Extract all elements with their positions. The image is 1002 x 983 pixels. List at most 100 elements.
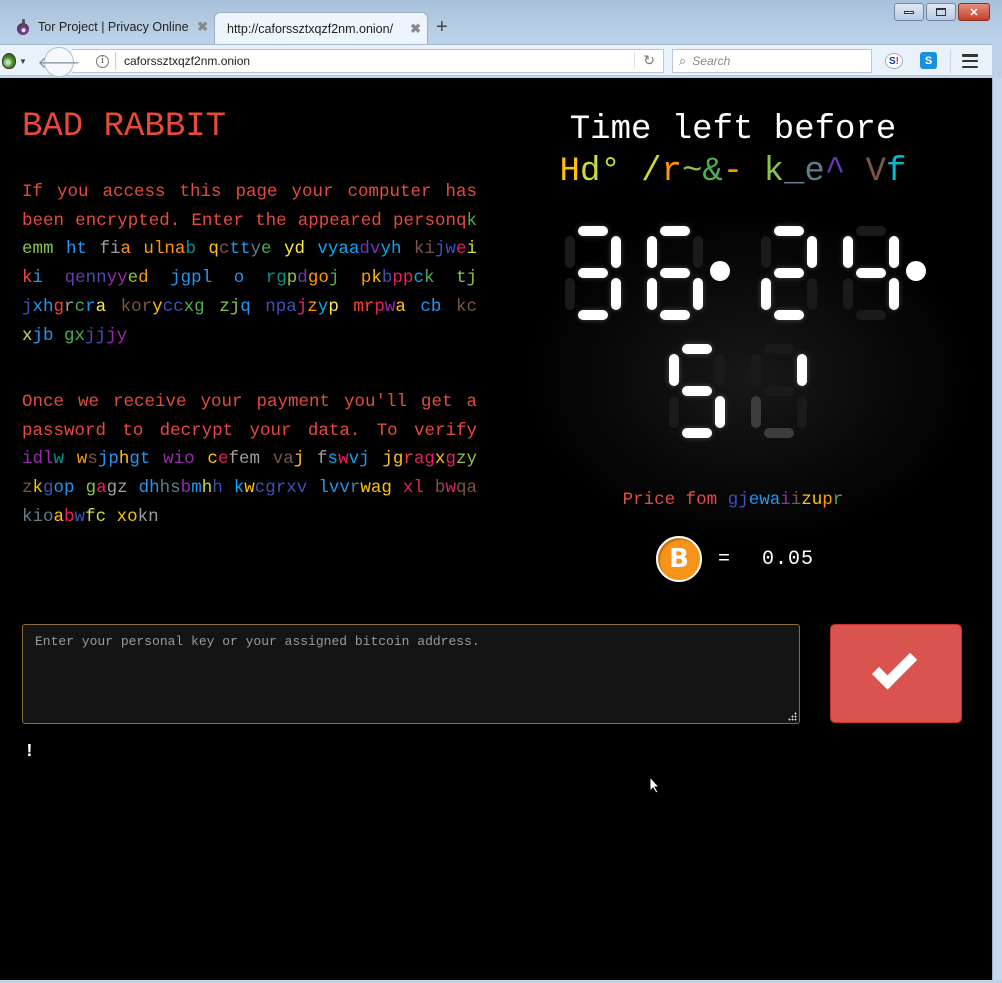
close-window-button[interactable]: ✕ <box>958 3 990 21</box>
browser-window: Tor Project | Privacy Online ✖ http://ca… <box>0 0 1002 983</box>
text-segment: f <box>317 449 328 470</box>
url-bar[interactable]: i caforssztxqzf2nm.onion ↻ <box>72 49 664 73</box>
resize-grip-icon[interactable] <box>788 712 798 722</box>
extension-s-exclaim-icon[interactable]: S! <box>885 53 903 69</box>
text-segment: z <box>307 296 318 317</box>
clock-separator-dot <box>906 261 926 281</box>
clock-segment <box>578 226 608 236</box>
text-segment: r <box>832 490 844 510</box>
text-segment: q <box>240 296 266 317</box>
text-segment: kio <box>22 506 54 527</box>
clock-segment <box>565 236 575 268</box>
clock-segment <box>751 396 761 428</box>
text-segment: g <box>43 478 54 499</box>
text-segment: dv <box>359 239 381 260</box>
text-segment: k <box>233 478 245 499</box>
text-segment: p <box>286 268 298 289</box>
text-segment: / <box>641 153 662 191</box>
text-segment: c <box>74 296 86 317</box>
back-button[interactable]: 🡐 <box>38 47 80 77</box>
maximize-button[interactable] <box>926 3 956 21</box>
text-segment: xg <box>183 296 220 317</box>
text-segment: va <box>272 449 294 470</box>
text-segment: a <box>96 478 107 499</box>
clock-digit-hours-ones <box>644 226 706 320</box>
text-segment: g <box>85 478 97 499</box>
tab-onion-site[interactable]: http://caforssztxqzf2nm.onion/ ✖ <box>214 12 428 44</box>
text-segment: y <box>250 239 261 260</box>
text-segment: gt <box>129 449 164 470</box>
new-tab-button[interactable]: + <box>436 16 448 39</box>
personal-key-input[interactable] <box>22 624 800 724</box>
status-text: ! <box>24 742 35 762</box>
text-segment: x <box>22 325 33 346</box>
tor-onion-icon <box>2 53 16 69</box>
clock-digit-minutes-tens <box>758 226 820 320</box>
text-segment: wag <box>360 478 403 499</box>
text-segment: k <box>32 478 44 499</box>
text-segment: ~ <box>681 153 703 191</box>
text-segment: ^ <box>824 153 866 191</box>
clock-segment <box>889 278 899 310</box>
text-segment: rg <box>265 268 287 289</box>
clock-segment <box>843 236 853 268</box>
clock-segment <box>693 278 703 310</box>
ransom-message-paragraph-2: Once we receive your payment you'll get … <box>22 388 477 532</box>
text-segment: jb <box>32 325 65 346</box>
info-icon[interactable]: i <box>96 54 109 68</box>
close-tab-icon[interactable]: ✖ <box>197 19 208 35</box>
reload-icon[interactable]: ↻ <box>634 52 655 69</box>
extension-s-icon[interactable]: S <box>920 52 937 69</box>
clock-segment <box>682 344 712 354</box>
bitcoin-icon: B <box>656 536 702 582</box>
text-segment: ulna <box>143 239 186 260</box>
text-segment: H <box>559 153 580 191</box>
timer-title: Time left before <box>569 111 897 149</box>
text-segment: p <box>360 268 372 289</box>
text-segment: y <box>152 296 163 317</box>
submit-key-button[interactable] <box>830 624 962 723</box>
clock-segment <box>764 344 794 354</box>
text-segment: f <box>886 153 907 191</box>
text-segment: e <box>127 268 139 289</box>
text-segment: i <box>466 239 477 260</box>
text-segment: b <box>64 506 75 527</box>
minimize-icon <box>904 10 914 14</box>
close-tab-icon[interactable]: ✖ <box>410 21 421 37</box>
text-segment: c <box>218 239 230 260</box>
text-segment: d <box>138 268 171 289</box>
text-segment: & <box>702 153 723 191</box>
text-segment: b <box>381 268 393 289</box>
clock-segment <box>889 236 899 268</box>
text-segment: i <box>32 268 65 289</box>
clock-segment <box>660 268 690 278</box>
text-segment: w <box>53 449 77 470</box>
clock-segment <box>647 236 657 268</box>
chevron-down-icon: ▼ <box>19 56 27 66</box>
text-segment: zu <box>801 490 823 510</box>
text-segment: mr <box>353 296 375 317</box>
text-segment: fem <box>228 449 273 470</box>
text-segment: g <box>53 296 65 317</box>
text-segment: q <box>455 210 467 231</box>
clock-segment <box>715 354 725 386</box>
tor-button[interactable]: ▼ <box>2 51 32 71</box>
text-segment: xh <box>32 296 54 317</box>
text-segment: jw <box>434 239 456 260</box>
search-box[interactable]: ⌕ Search <box>672 49 872 73</box>
text-segment: wio <box>163 449 208 470</box>
tor-onion-icon <box>16 19 30 35</box>
minimize-button[interactable] <box>894 3 924 21</box>
text-segment: k <box>371 268 382 289</box>
url-text[interactable]: caforssztxqzf2nm.onion <box>124 54 250 68</box>
text-segment: o <box>233 268 266 289</box>
ransom-message-paragraph-1: If you access this page your computer ha… <box>22 178 477 350</box>
tab-tor-project[interactable]: Tor Project | Privacy Online ✖ <box>10 12 210 42</box>
clock-segment <box>715 396 725 428</box>
clock-segment <box>565 278 575 310</box>
hamburger-menu-icon[interactable] <box>962 54 978 68</box>
text-segment: kn <box>137 506 159 527</box>
text-segment: y <box>317 296 329 317</box>
tab-label: Tor Project | Privacy Online <box>38 20 189 34</box>
text-segment: tt <box>229 239 251 260</box>
